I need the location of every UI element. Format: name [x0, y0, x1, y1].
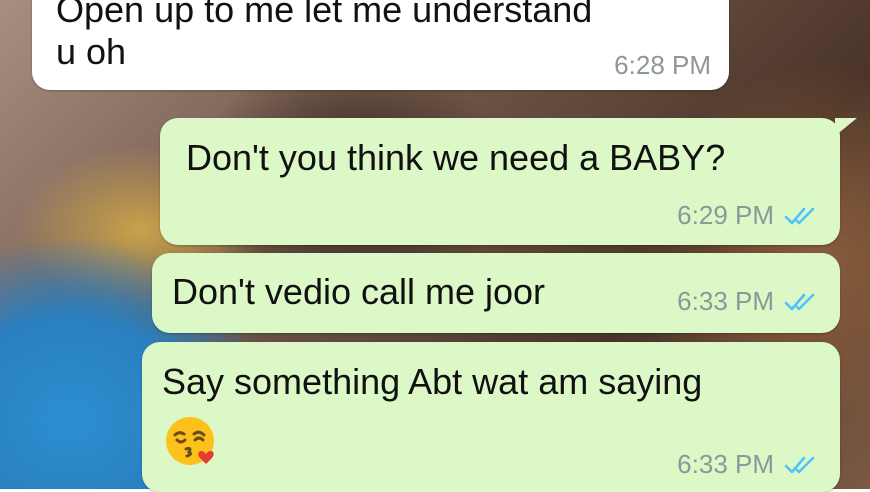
message-text-line: u oh — [56, 31, 127, 72]
message-bubble-outgoing[interactable]: Say something Abt wat am saying 6:33 PM — [142, 342, 840, 492]
double-check-icon — [784, 456, 815, 473]
message-time: 6:29 PM — [677, 200, 774, 230]
message-time: 6:28 PM — [614, 50, 711, 80]
message-meta: 6:33 PM — [677, 449, 818, 480]
double-check-icon — [784, 293, 815, 310]
message-meta: 6:33 PM — [677, 286, 818, 317]
message-time: 6:33 PM — [677, 449, 774, 479]
message-meta: 6:29 PM — [677, 200, 818, 231]
message-text: Don't vedio call me joor — [172, 271, 546, 312]
message-text-line: Open up to me let me understand — [56, 0, 593, 30]
double-check-icon — [784, 207, 815, 224]
message-meta: 6:28 PM — [614, 50, 711, 81]
message-text: Say something Abt wat am saying — [162, 361, 703, 402]
message-bubble-incoming[interactable]: Open up to me let me understand u oh 6:2… — [32, 0, 729, 90]
message-text: Don't you think we need a BABY? — [186, 137, 726, 178]
message-bubble-outgoing[interactable]: Don't vedio call me joor 6:33 PM — [152, 253, 840, 333]
message-bubble-outgoing[interactable]: Don't you think we need a BABY? 6:29 PM — [160, 118, 840, 245]
bubble-tail — [835, 118, 857, 136]
face-blowing-kiss-icon — [166, 417, 214, 465]
message-time: 6:33 PM — [677, 286, 774, 316]
